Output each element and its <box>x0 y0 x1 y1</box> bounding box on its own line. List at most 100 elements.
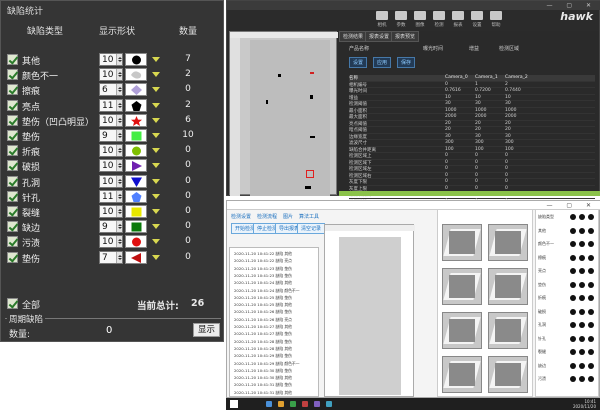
table-cell[interactable]: 0 <box>475 173 478 178</box>
tab-images[interactable]: 图片 <box>283 213 293 220</box>
clear-log-button[interactable]: 清空记录 <box>297 223 326 234</box>
table-cell[interactable]: 0 <box>445 153 448 158</box>
table-cell[interactable]: 0 <box>475 186 478 191</box>
table-cell[interactable]: 曝光时间 <box>349 88 367 94</box>
shape-size-spinner[interactable]: 9 <box>99 220 123 234</box>
app-icon[interactable] <box>314 401 320 407</box>
system-tray[interactable]: 10:41 2020/11/20 <box>573 399 596 409</box>
table-cell[interactable]: 20 <box>475 127 481 132</box>
table-cell[interactable]: 100 <box>475 147 484 152</box>
shape-size-spinner[interactable]: 6 <box>99 83 123 97</box>
table-cell[interactable]: 30 <box>445 134 451 139</box>
app-icon[interactable] <box>302 401 308 407</box>
thumbnail[interactable] <box>442 224 482 261</box>
table-cell[interactable]: 0 <box>505 160 508 165</box>
table-cell[interactable]: 0 <box>445 179 448 184</box>
color-dropdown-icon[interactable] <box>152 224 160 230</box>
defect-checkbox[interactable] <box>7 130 18 141</box>
thumbnail[interactable] <box>488 312 528 349</box>
table-cell[interactable]: 20 <box>445 121 451 126</box>
all-checkbox[interactable] <box>7 298 18 309</box>
table-cell[interactable]: 10 <box>475 95 481 100</box>
app-icon[interactable] <box>326 401 332 407</box>
table-cell[interactable]: 最大面积 <box>349 114 367 120</box>
tab-report-settings[interactable]: 报表设置 <box>365 31 394 42</box>
thumbnail[interactable] <box>488 224 528 261</box>
color-dropdown-icon[interactable] <box>152 102 160 108</box>
table-cell[interactable]: 30 <box>475 134 481 139</box>
camera-image-view-bottom[interactable] <box>324 224 415 397</box>
shape-size-spinner[interactable]: 10 <box>99 144 123 158</box>
thumbnail[interactable] <box>442 268 482 305</box>
table-cell[interactable]: 0.7440 <box>505 88 521 93</box>
table-cell[interactable]: 2 <box>505 82 508 87</box>
color-dropdown-icon[interactable] <box>152 148 160 154</box>
defect-checkbox[interactable] <box>7 175 18 187</box>
thumbnail[interactable] <box>488 268 528 305</box>
table-cell[interactable]: 0 <box>505 153 508 158</box>
table-cell[interactable]: 亮点阈值 <box>349 121 367 127</box>
defect-checkbox[interactable] <box>7 54 18 65</box>
table-cell[interactable]: 检测区域下 <box>349 160 372 166</box>
color-dropdown-icon[interactable] <box>152 57 160 62</box>
thumbnail[interactable] <box>442 312 482 349</box>
table-cell[interactable]: 20 <box>505 127 511 132</box>
spinner-arrows-icon[interactable] <box>116 221 122 233</box>
color-dropdown-icon[interactable] <box>152 209 160 214</box>
table-cell[interactable]: 2000 <box>505 114 516 119</box>
table-cell[interactable]: 0 <box>445 166 448 171</box>
table-cell[interactable]: 0 <box>475 166 478 171</box>
spinner-arrows-icon[interactable] <box>116 84 122 96</box>
table-cell[interactable]: 0 <box>505 173 508 178</box>
tab-report-preview[interactable]: 报表预览 <box>391 31 420 42</box>
table-cell[interactable]: 0 <box>445 82 448 87</box>
table-cell[interactable]: 暗点阈值 <box>349 127 367 133</box>
list-item[interactable]: 2020-11-20 10:41:22 缺陷 亮点 <box>234 258 292 264</box>
toolbar-icon[interactable] <box>433 11 445 20</box>
table-cell[interactable]: 0.7200 <box>475 88 491 93</box>
list-item[interactable]: 2020-11-20 10:41:25 缺陷 其他 <box>234 302 292 308</box>
table-cell[interactable]: 缺陷合并距离 <box>349 147 376 153</box>
table-cell[interactable]: 0 <box>445 173 448 178</box>
folder-icon[interactable] <box>278 401 284 407</box>
table-cell[interactable]: 灰度下限 <box>349 179 367 185</box>
shape-size-spinner[interactable]: 10 <box>99 205 123 218</box>
table-cell[interactable]: 0 <box>475 153 478 158</box>
window-controls[interactable]: — ▢ ✕ <box>546 2 597 9</box>
list-item[interactable]: 2020-11-20 10:41:29 缺陷 颜色不一 <box>234 361 300 367</box>
list-item[interactable]: 2020-11-20 10:41:26 缺陷 亮点 <box>234 317 292 323</box>
apply-button[interactable]: 应用 <box>373 57 392 68</box>
shape-size-spinner[interactable]: 10 <box>99 174 123 188</box>
table-cell[interactable]: 10 <box>505 95 511 100</box>
table-cell[interactable]: 2000 <box>445 114 456 119</box>
search-icon[interactable] <box>266 401 272 407</box>
toolbar-icon[interactable] <box>490 11 502 20</box>
shape-size-spinner[interactable]: 7 <box>99 250 123 264</box>
table-cell[interactable]: 滤波尺寸 <box>349 140 367 146</box>
spinner-arrows-icon[interactable] <box>116 160 122 172</box>
color-dropdown-icon[interactable] <box>152 117 160 123</box>
shape-size-spinner[interactable]: 10 <box>99 53 123 66</box>
defect-checkbox[interactable] <box>7 160 18 172</box>
table-cell[interactable]: 检测区域右 <box>349 173 372 179</box>
defect-checkbox[interactable] <box>7 84 18 96</box>
list-item[interactable]: 2020-11-20 10:41:24 缺陷 其他 <box>234 280 292 286</box>
shape-size-spinner[interactable]: 11 <box>99 189 123 203</box>
spinner-arrows-icon[interactable] <box>116 236 122 248</box>
defect-checkbox[interactable] <box>7 221 18 233</box>
spinner-arrows-icon[interactable] <box>116 145 122 157</box>
list-item[interactable]: 2020-11-20 10:41:28 缺陷 其他 <box>234 346 292 352</box>
table-cell[interactable]: 相机编号 <box>349 82 367 88</box>
spinner-arrows-icon[interactable] <box>116 114 122 126</box>
tab-detect-settings[interactable]: 检测设置 <box>231 213 251 220</box>
list-item[interactable]: 2020-11-20 10:41:27 缺陷 垫伤 <box>234 331 292 337</box>
color-dropdown-icon[interactable] <box>152 163 160 169</box>
color-dropdown-icon[interactable] <box>152 239 160 245</box>
table-cell[interactable]: 10 <box>445 95 451 100</box>
table-cell[interactable]: 0 <box>505 186 508 191</box>
shape-size-spinner[interactable]: 10 <box>99 68 123 82</box>
list-item[interactable]: 2020-11-20 10:41:29 缺陷 垫伤 <box>234 353 292 359</box>
defect-checkbox[interactable] <box>7 145 18 157</box>
table-cell[interactable]: 检测区域上 <box>349 153 372 159</box>
color-dropdown-icon[interactable] <box>152 254 160 260</box>
